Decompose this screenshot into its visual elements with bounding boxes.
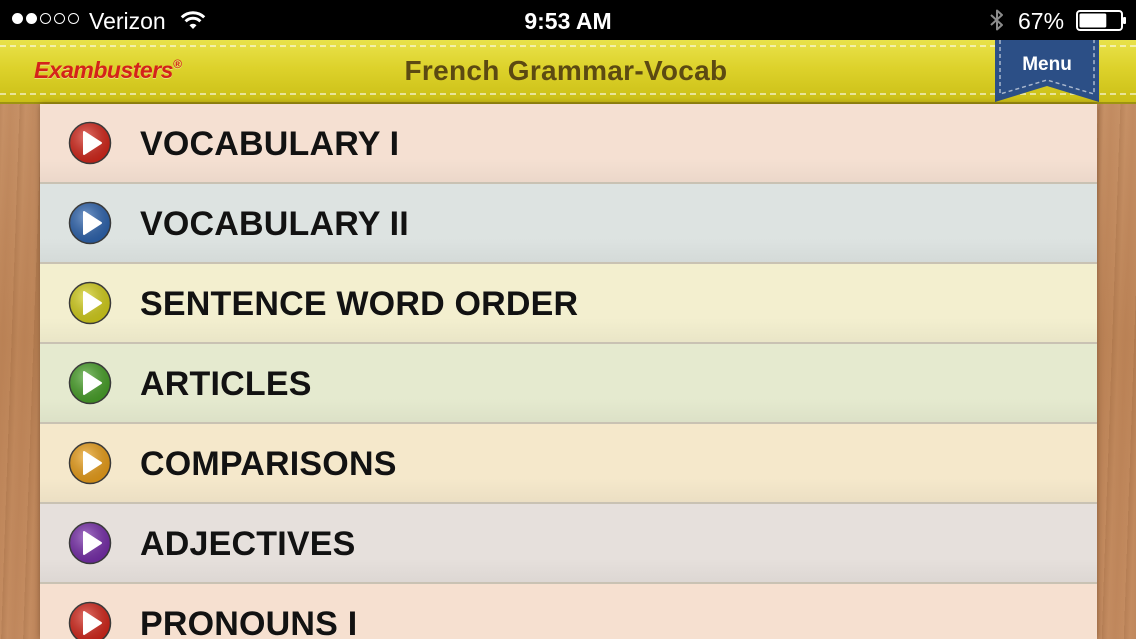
list-item[interactable]: PRONOUNS I bbox=[40, 584, 1097, 639]
status-bar: Verizon 9:53 AM 67% bbox=[0, 0, 1136, 40]
list-item-label: COMPARISONS bbox=[140, 445, 397, 483]
battery-percent: 67% bbox=[1018, 8, 1065, 34]
list-item-label: PRONOUNS I bbox=[140, 605, 358, 639]
play-icon bbox=[68, 121, 112, 165]
list-item[interactable]: SENTENCE WORD ORDER bbox=[40, 264, 1097, 344]
app-header: Exambusters® French Grammar-Vocab bbox=[0, 40, 1136, 104]
menu-button[interactable]: Menu bbox=[995, 40, 1099, 102]
list-item[interactable]: ADJECTIVES bbox=[40, 504, 1097, 584]
list-item-label: ARTICLES bbox=[140, 365, 312, 403]
play-icon bbox=[68, 201, 112, 245]
list-item-label: VOCABULARY I bbox=[140, 125, 400, 163]
header-stitching bbox=[0, 93, 1136, 95]
bluetooth-icon bbox=[990, 9, 1003, 31]
status-time: 9:53 AM bbox=[524, 8, 612, 34]
list-item[interactable]: COMPARISONS bbox=[40, 424, 1097, 504]
topic-list: VOCABULARY I VOCABULARY II SENTENCE WORD O… bbox=[40, 104, 1097, 639]
list-item[interactable]: VOCABULARY I bbox=[40, 104, 1097, 184]
play-icon bbox=[68, 521, 112, 565]
list-item-label: ADJECTIVES bbox=[140, 525, 356, 563]
header-stitching bbox=[0, 45, 1136, 47]
play-icon bbox=[68, 601, 112, 639]
list-item[interactable]: ARTICLES bbox=[40, 344, 1097, 424]
menu-label: Menu bbox=[1022, 54, 1072, 75]
page-title: French Grammar-Vocab bbox=[404, 55, 728, 86]
play-icon bbox=[68, 281, 112, 325]
play-icon bbox=[68, 441, 112, 485]
list-item-label: SENTENCE WORD ORDER bbox=[140, 285, 579, 323]
list-item-label: VOCABULARY II bbox=[140, 205, 409, 243]
play-icon bbox=[68, 361, 112, 405]
list-item[interactable]: VOCABULARY II bbox=[40, 184, 1097, 264]
battery-icon bbox=[1076, 10, 1126, 31]
